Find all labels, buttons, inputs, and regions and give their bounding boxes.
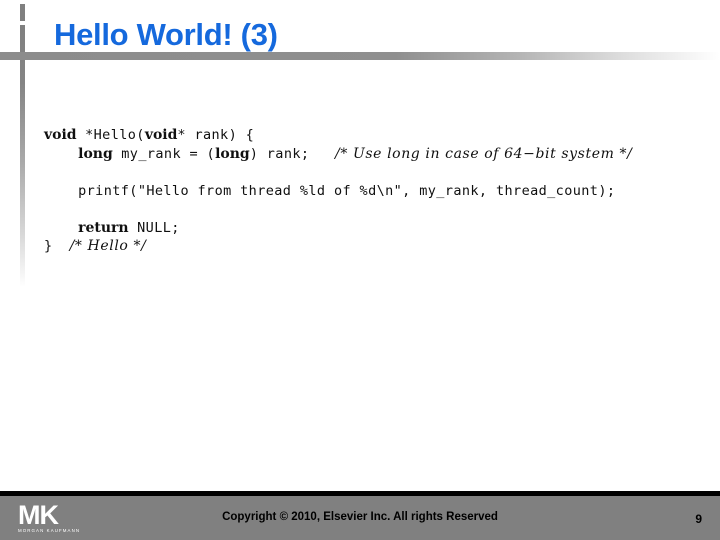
code-token-comment: /* Hello */	[69, 238, 147, 254]
code-token-mono: *Hello(	[76, 127, 145, 143]
code-token-mono: NULL;	[128, 219, 180, 236]
code-block: void *Hello(void* rank) { long my_rank =…	[44, 126, 674, 256]
code-token-mono: ) rank;	[249, 145, 335, 162]
code-token-keyword: return	[78, 219, 129, 236]
logo-subtitle-text: MORGAN KAUFMANN	[18, 528, 81, 533]
code-line: long my_rank = (long) rank; /* Use long …	[44, 145, 674, 164]
code-token-mono: }	[44, 238, 70, 254]
code-token-mono: my_rank = (	[112, 145, 216, 162]
code-token-keyword: void	[144, 127, 178, 143]
code-token-keyword: void	[44, 127, 77, 143]
code-line: } /* Hello */	[44, 237, 674, 256]
code-token-mono: printf("Hello from thread %ld of %d\n", …	[78, 182, 616, 199]
copyright-text: Copyright © 2010, Elsevier Inc. All righ…	[222, 511, 498, 523]
slide: Hello World! (3) void *Hello(void* rank)…	[0, 0, 720, 540]
decorative-vertical-rule-top	[20, 4, 25, 21]
code-token-keyword: long	[215, 145, 250, 162]
footer-bar: MK MORGAN KAUFMANN Copyright © 2010, Els…	[0, 496, 720, 540]
code-line: return NULL;	[44, 219, 674, 238]
decorative-horizontal-rule	[0, 52, 720, 60]
decorative-vertical-rule	[20, 25, 25, 287]
code-token-comment: /* Use long in case of 64−bit system */	[335, 145, 633, 162]
code-line: printf("Hello from thread %ld of %d\n", …	[44, 182, 674, 201]
code-token-mono: * rank) {	[177, 127, 255, 143]
page-title: Hello World! (3)	[54, 17, 278, 52]
page-number: 9	[695, 512, 702, 526]
code-line: void *Hello(void* rank) {	[44, 126, 674, 145]
code-token-keyword: long	[78, 145, 113, 162]
